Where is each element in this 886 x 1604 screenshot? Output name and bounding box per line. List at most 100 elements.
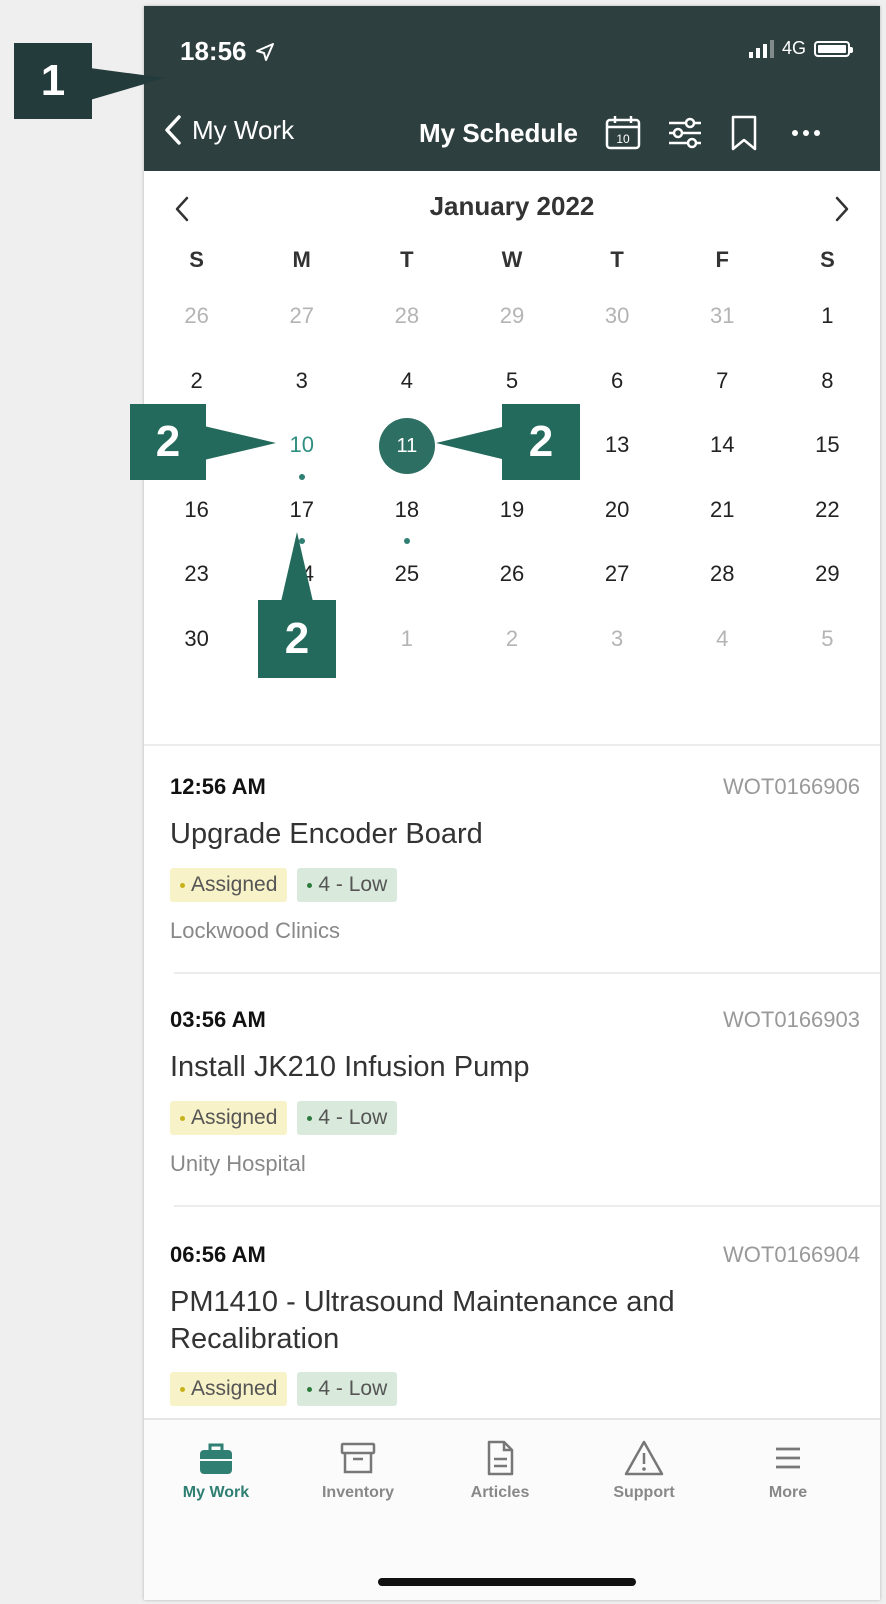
callout-number: 1: [40, 56, 66, 105]
divider: [144, 744, 880, 746]
calendar-day[interactable]: 22: [775, 480, 880, 545]
day-number: 7: [716, 367, 729, 393]
calendar-day[interactable]: 28: [354, 286, 459, 351]
calendar-day[interactable]: 27: [249, 286, 354, 351]
calendar-week-row: 23242526272829: [144, 544, 880, 609]
calendar-day[interactable]: 25: [354, 544, 459, 609]
day-number: 21: [710, 496, 735, 522]
warning-triangle-icon: [624, 1440, 664, 1476]
day-number: 30: [184, 625, 209, 651]
calendar-day[interactable]: 19: [459, 480, 564, 545]
work-order-title: Install JK210 Infusion Pump: [170, 1051, 530, 1083]
calendar-day[interactable]: 26: [144, 286, 249, 351]
work-order-location: Lockwood Clinics: [170, 918, 340, 943]
work-order-location: Unity Hospital: [170, 1151, 306, 1176]
calendar-day[interactable]: 1: [354, 609, 459, 674]
calendar-day[interactable]: 8: [775, 351, 880, 416]
day-number: 29: [815, 561, 840, 586]
status-time: 18:56: [180, 36, 275, 67]
callout-number: 2: [284, 614, 310, 663]
calendar-day[interactable]: 15: [775, 415, 880, 480]
more-options-button[interactable]: [789, 114, 823, 152]
day-number: 10: [289, 432, 314, 457]
weekday-label: M: [292, 247, 311, 272]
calendar-header: January 2022: [144, 191, 880, 235]
priority-label: 4 - Low: [318, 1106, 388, 1129]
callout-arrow: [204, 426, 276, 460]
day-number: 22: [815, 496, 840, 522]
calendar-day[interactable]: 27: [565, 544, 670, 609]
tab-articles[interactable]: Articles: [440, 1438, 560, 1502]
day-number: 8: [821, 367, 834, 393]
bookmark-icon: [731, 115, 757, 151]
day-number: 2: [190, 367, 203, 393]
back-button[interactable]: My Work: [164, 114, 294, 146]
chevron-left-icon: [165, 115, 181, 145]
calendar-day[interactable]: 23: [144, 544, 249, 609]
month-label: January 2022: [429, 191, 595, 221]
next-month-button[interactable]: [834, 195, 850, 228]
weekday-label: S: [189, 247, 204, 272]
work-order-id: WOT0166904: [723, 1242, 860, 1267]
calendar-day[interactable]: 14: [670, 415, 775, 480]
calendar-day[interactable]: 4: [354, 351, 459, 416]
weekday-label: W: [501, 247, 523, 272]
tab-my-work[interactable]: My Work: [156, 1438, 276, 1502]
calendar-day[interactable]: 29: [459, 286, 564, 351]
calendar-day[interactable]: 1: [775, 286, 880, 351]
calendar-day[interactable]: 2: [459, 609, 564, 674]
calendar-day[interactable]: 31: [670, 286, 775, 351]
work-order-title: Upgrade Encoder Board: [170, 818, 483, 850]
tab-label: Articles: [470, 1484, 530, 1501]
day-number: 6: [611, 367, 624, 393]
calendar-button[interactable]: 10: [604, 114, 642, 152]
location-arrow-icon: [255, 42, 274, 61]
calendar-day[interactable]: 4: [670, 609, 775, 674]
page-title: My Schedule: [419, 118, 578, 148]
tab-support[interactable]: Support: [584, 1438, 704, 1502]
day-number: 20: [604, 496, 630, 522]
calendar-day[interactable]: 30: [565, 286, 670, 351]
filter-button[interactable]: [666, 114, 704, 152]
calendar-day[interactable]: 3: [565, 609, 670, 674]
tab-inventory[interactable]: Inventory: [298, 1438, 418, 1502]
priority-label: 4 - Low: [318, 1377, 388, 1400]
calendar-icon: 10: [605, 116, 641, 150]
tab-more[interactable]: More: [728, 1438, 848, 1502]
calendar-day[interactable]: 6: [565, 351, 670, 416]
day-number: 23: [184, 561, 209, 586]
weekday-label: T: [610, 247, 624, 272]
calendar-day[interactable]: 30: [144, 609, 249, 674]
callout-number: 2: [155, 417, 181, 466]
calendar-day[interactable]: 13: [565, 415, 670, 480]
priority-badge: 4 - Low: [297, 1101, 398, 1135]
day-number: 26: [499, 561, 525, 586]
day-number: 16: [184, 496, 209, 522]
app-header: 18:56 4G My Work My Schedule 10: [144, 6, 880, 171]
status-indicators: 4G: [748, 38, 853, 59]
battery-icon: [814, 40, 853, 57]
calendar-day[interactable]: 20: [565, 480, 670, 545]
day-number: 5: [505, 367, 519, 393]
callout-2: 2: [258, 600, 336, 678]
calendar-day[interactable]: 26: [459, 544, 564, 609]
callout-arrow: [90, 68, 165, 100]
day-number: 31: [710, 303, 735, 328]
weekday-label: F: [715, 247, 729, 272]
calendar-day[interactable]: 29: [775, 544, 880, 609]
calendar-day[interactable]: 7: [670, 351, 775, 416]
work-order-time: 12:56 AM: [170, 774, 266, 799]
work-order-id: WOT0166903: [723, 1007, 860, 1032]
calendar-day[interactable]: 3: [249, 351, 354, 416]
day-number: 3: [295, 367, 308, 393]
svg-text:10: 10: [616, 132, 630, 146]
day-number: 27: [604, 561, 630, 586]
calendar-day[interactable]: 18: [354, 480, 459, 544]
calendar-day[interactable]: 21: [670, 480, 775, 545]
calendar-day[interactable]: 28: [670, 544, 775, 609]
day-number: 3: [611, 625, 624, 651]
bookmark-button[interactable]: [729, 114, 759, 152]
calendar-day[interactable]: 16: [144, 480, 249, 545]
calendar-day[interactable]: 5: [775, 609, 880, 674]
ellipsis-icon: [792, 130, 820, 136]
